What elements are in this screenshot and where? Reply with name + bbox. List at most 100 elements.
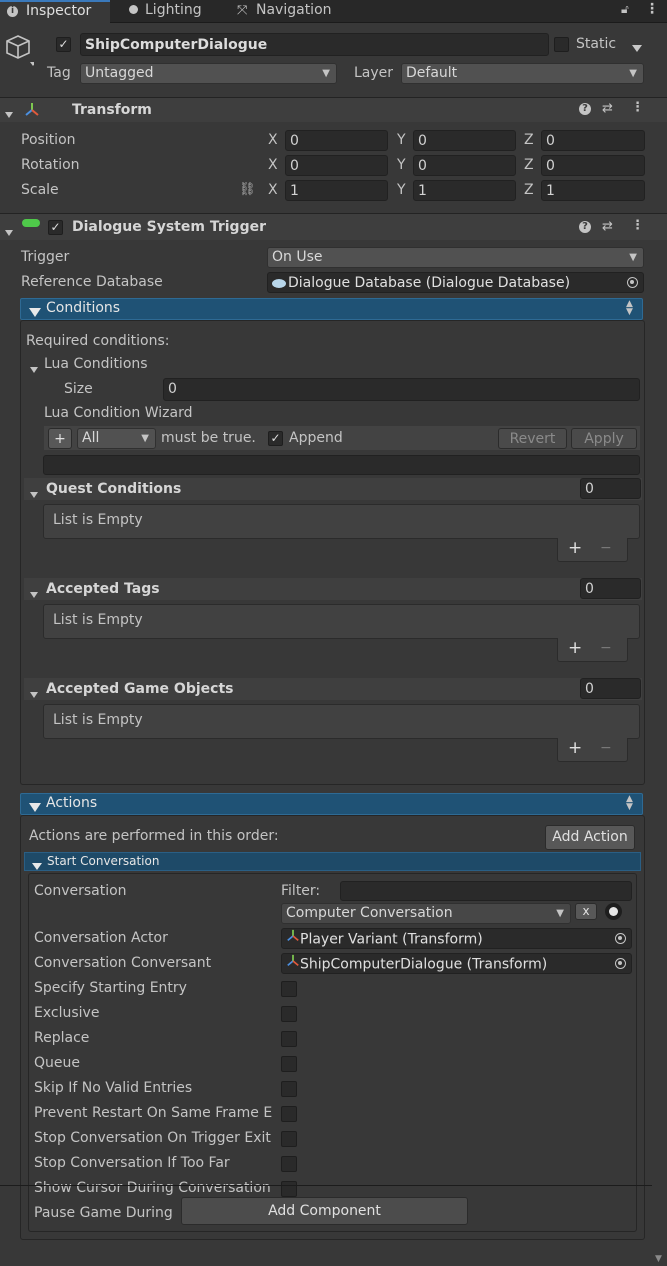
specify-starting-entry-checkbox[interactable] — [281, 981, 297, 997]
foldout-arrow-icon[interactable] — [30, 486, 38, 502]
axis-y-label[interactable]: Y — [397, 182, 406, 198]
gameobject-icon[interactable] — [6, 34, 36, 66]
object-picker-icon[interactable] — [615, 933, 626, 944]
tag-dropdown[interactable]: Untagged ▼ — [80, 63, 337, 84]
record-icon[interactable] — [605, 903, 622, 920]
active-checkbox[interactable]: ✓ — [56, 37, 71, 52]
filter-field[interactable] — [340, 881, 632, 901]
link-scale-icon[interactable]: ⛓︎ — [239, 182, 256, 197]
start-conversation-foldout[interactable]: Start Conversation — [24, 852, 641, 871]
transform-icon — [286, 929, 300, 948]
add-item-button[interactable]: + — [568, 638, 582, 658]
help-icon[interactable]: ? — [579, 103, 591, 115]
transform-header[interactable]: Transform ? ⇄ ⋮ — [0, 98, 667, 122]
quest-conditions-count[interactable]: 0 — [580, 478, 641, 499]
actions-foldout[interactable]: Actions ▲ ▼ — [20, 793, 643, 815]
axis-x-label[interactable]: X — [268, 182, 278, 198]
transform-icon — [24, 102, 40, 122]
axis-y-label[interactable]: Y — [397, 157, 406, 173]
rotation-x-field[interactable]: 0 — [285, 155, 388, 176]
bulb-icon — [129, 5, 138, 14]
foldout-arrow-icon[interactable] — [30, 586, 38, 602]
exclusive-checkbox[interactable] — [281, 1006, 297, 1022]
queue-checkbox[interactable] — [281, 1056, 297, 1072]
trigger-dropdown[interactable]: On Use ▼ — [267, 247, 644, 268]
lua-code-field[interactable] — [43, 455, 640, 475]
tab-lighting[interactable]: Lighting — [125, 0, 225, 22]
clear-conversation-button[interactable]: x — [575, 903, 597, 920]
presets-icon[interactable]: ⇄ — [602, 219, 613, 234]
position-y-field[interactable]: 0 — [413, 130, 516, 151]
reference-database-field[interactable]: Dialogue Database (Dialogue Database) — [267, 272, 644, 293]
conversation-dropdown[interactable]: Computer Conversation ▼ — [281, 903, 571, 924]
add-component-button[interactable]: Add Component — [181, 1197, 468, 1225]
rotation-y-field[interactable]: 0 — [413, 155, 516, 176]
layer-dropdown[interactable]: Default ▼ — [401, 63, 644, 84]
axis-x-label[interactable]: X — [268, 157, 278, 173]
scroll-down-arrow[interactable]: ▼ — [655, 1254, 662, 1264]
add-item-button[interactable]: + — [568, 738, 582, 758]
start-conversation-panel — [28, 873, 637, 1232]
static-checkbox[interactable] — [554, 37, 569, 52]
axis-z-label[interactable]: Z — [524, 132, 534, 148]
tab-label: Lighting — [145, 2, 202, 18]
conversation-conversant-field[interactable]: ShipComputerDialogue (Transform) — [281, 953, 632, 974]
stop-if-too-far-checkbox[interactable] — [281, 1156, 297, 1172]
more-menu-icon[interactable]: ⋮ — [645, 1, 659, 17]
prevent-restart-checkbox[interactable] — [281, 1106, 297, 1122]
accepted-tags-count[interactable]: 0 — [580, 578, 641, 599]
object-picker-icon[interactable] — [615, 958, 626, 969]
position-x-field[interactable]: 0 — [285, 130, 388, 151]
foldout-arrow-icon[interactable] — [30, 686, 38, 702]
quest-conditions-title: Quest Conditions — [46, 481, 182, 497]
component-menu-icon[interactable]: ⋮ — [631, 100, 644, 115]
component-menu-icon[interactable]: ⋮ — [631, 218, 644, 233]
dialogue-system-trigger-header[interactable]: ✓ Dialogue System Trigger ? ⇄ ⋮ — [0, 214, 667, 240]
conditions-foldout[interactable]: Conditions ▲ ▼ — [20, 298, 643, 320]
add-action-button[interactable]: Add Action — [545, 825, 635, 850]
append-checkbox[interactable]: ✓ — [268, 431, 283, 446]
conversation-label: Conversation — [34, 883, 127, 899]
rotation-z-field[interactable]: 0 — [541, 155, 645, 176]
scale-x-field[interactable]: 1 — [285, 180, 388, 201]
axis-z-label[interactable]: Z — [524, 182, 534, 198]
position-z-field[interactable]: 0 — [541, 130, 645, 151]
lock-icon[interactable]: 🔓︎ — [621, 2, 629, 17]
foldout-arrow-icon[interactable] — [30, 361, 38, 377]
conversation-actor-label: Conversation Actor — [34, 930, 168, 946]
stop-on-trigger-exit-checkbox[interactable] — [281, 1131, 297, 1147]
scale-z-field[interactable]: 1 — [541, 180, 645, 201]
axis-y-label[interactable]: Y — [397, 132, 406, 148]
accepted-game-objects-count[interactable]: 0 — [580, 678, 641, 699]
tab-inspector[interactable]: i Inspector — [0, 0, 110, 23]
size-field[interactable]: 0 — [163, 378, 640, 401]
apply-button[interactable]: Apply — [571, 428, 637, 449]
skip-if-no-valid-entries-checkbox[interactable] — [281, 1081, 297, 1097]
conversation-actor-field[interactable]: Player Variant (Transform) — [281, 928, 632, 949]
reference-database-value: Dialogue Database (Dialogue Database) — [288, 275, 571, 291]
object-picker-icon[interactable] — [627, 277, 638, 288]
remove-item-button[interactable]: − — [600, 740, 612, 756]
axis-z-label[interactable]: Z — [524, 157, 534, 173]
component-enabled-checkbox[interactable]: ✓ — [48, 220, 63, 235]
lua-conditions-label[interactable]: Lua Conditions — [44, 356, 148, 372]
remove-item-button[interactable]: − — [600, 640, 612, 656]
add-condition-button[interactable]: + — [48, 428, 72, 449]
help-icon[interactable]: ? — [579, 221, 591, 233]
scale-y-field[interactable]: 1 — [413, 180, 516, 201]
axis-x-label[interactable]: X — [268, 132, 278, 148]
stop-if-too-far-label: Stop Conversation If Too Far — [34, 1155, 230, 1171]
gameobject-name-field[interactable]: ShipComputerDialogue — [80, 33, 549, 56]
lua-condition-wizard-label: Lua Condition Wizard — [44, 405, 193, 421]
all-dropdown[interactable]: All ▼ — [77, 428, 156, 449]
show-cursor-checkbox[interactable] — [281, 1181, 297, 1197]
presets-icon[interactable]: ⇄ — [602, 101, 613, 116]
queue-label: Queue — [34, 1055, 80, 1071]
replace-checkbox[interactable] — [281, 1031, 297, 1047]
remove-item-button[interactable]: − — [600, 540, 612, 556]
revert-button[interactable]: Revert — [498, 428, 567, 449]
skip-if-no-valid-entries-label: Skip If No Valid Entries — [34, 1080, 193, 1096]
tab-navigation[interactable]: ⤧ Navigation — [235, 0, 345, 22]
add-item-button[interactable]: + — [568, 538, 582, 558]
static-dropdown-arrow[interactable] — [632, 40, 642, 56]
